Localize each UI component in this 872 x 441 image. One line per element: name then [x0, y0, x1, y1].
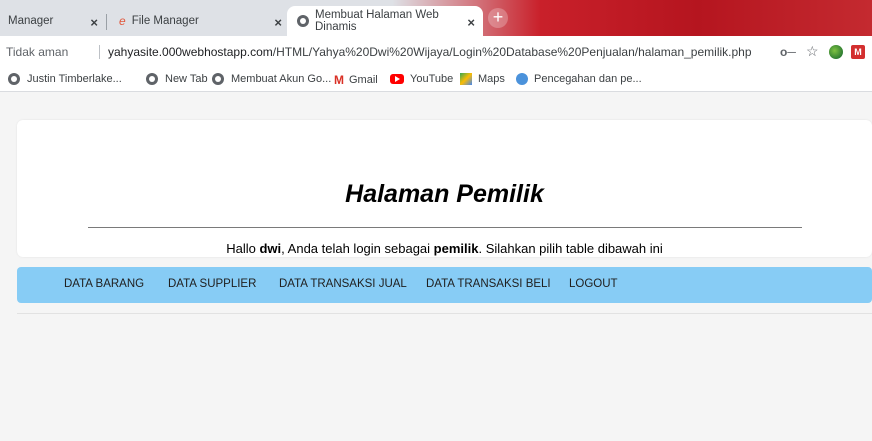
globe-icon	[212, 73, 224, 85]
close-icon[interactable]: ×	[467, 15, 475, 30]
browser-tab-strip: Manager × e File Manager × Membuat Halam…	[0, 0, 872, 36]
gmail-icon: M	[334, 73, 344, 87]
close-icon[interactable]: ×	[90, 15, 98, 30]
bookmark-new-tab[interactable]: New Tab	[146, 73, 208, 85]
extension-icon[interactable]	[829, 45, 843, 59]
bookmark-maps[interactable]: Maps	[460, 73, 505, 85]
globe-icon	[297, 15, 309, 27]
tab-divider	[106, 14, 107, 30]
greeting-role: pemilik	[433, 241, 479, 256]
url-host: yahyasite.000webhostapp.com	[108, 45, 273, 59]
bookmark-justin[interactable]: Justin Timberlake...	[8, 73, 122, 85]
bookmark-label: Membuat Akun Go...	[231, 73, 332, 85]
key-icon[interactable]: o─	[780, 45, 796, 59]
greeting-suffix: . Silahkan pilih table dibawah ini	[478, 241, 663, 256]
tab-manager[interactable]: Manager ×	[0, 6, 106, 36]
new-tab-button[interactable]: +	[488, 8, 508, 28]
nav-data-transaksi-beli[interactable]: DATA TRANSAKSI BELI	[426, 278, 551, 290]
close-icon[interactable]: ×	[274, 15, 282, 30]
page-content: Halaman Pemilik Hallo dwi, Anda telah lo…	[0, 93, 872, 441]
bookmark-youtube[interactable]: YouTube	[390, 73, 453, 85]
globe-icon	[146, 73, 158, 85]
bookmark-label: YouTube	[410, 73, 454, 85]
page-title: Halaman Pemilik	[345, 180, 544, 208]
url-text[interactable]: yahyasite.000webhostapp.com/HTML/Yahya%2…	[108, 45, 752, 59]
nav-data-transaksi-jual[interactable]: DATA TRANSAKSI JUAL	[279, 278, 407, 290]
greeting-text: Hallo dwi, Anda telah login sebagai pemi…	[17, 241, 872, 256]
tab-active[interactable]: Membuat Halaman Web Dinamis ×	[287, 6, 483, 36]
title-divider	[88, 227, 802, 228]
youtube-icon	[390, 74, 404, 84]
bookmark-pencegahan[interactable]: Pencegahan dan pe...	[516, 73, 642, 85]
bookmarks-bar: Justin Timberlake... New Tab Membuat Aku…	[0, 68, 872, 92]
greeting-prefix: Hallo	[226, 241, 260, 256]
bookmark-gmail[interactable]: M Gmail	[334, 73, 378, 87]
globe-icon	[8, 73, 20, 85]
bookmark-label: Maps	[478, 73, 505, 85]
un-icon	[516, 73, 528, 85]
extension-red-icon[interactable]: M	[851, 45, 865, 59]
file-manager-icon: e	[119, 14, 126, 28]
main-nav: DATA BARANG DATA SUPPLIER DATA TRANSAKSI…	[17, 267, 872, 303]
bookmark-label: Pencegahan dan pe...	[534, 73, 642, 85]
maps-icon	[460, 73, 472, 85]
nav-logout[interactable]: LOGOUT	[569, 278, 618, 290]
header-card: Halaman Pemilik Hallo dwi, Anda telah lo…	[17, 120, 872, 257]
address-divider	[99, 45, 100, 59]
tab-label: File Manager	[131, 15, 199, 27]
bookmark-label: Gmail	[349, 74, 378, 86]
nav-data-supplier[interactable]: DATA SUPPLIER	[168, 278, 256, 290]
tab-label: Membuat Halaman Web Dinamis	[315, 9, 439, 33]
nav-data-barang[interactable]: DATA BARANG	[64, 278, 144, 290]
bookmark-label: New Tab	[165, 73, 208, 85]
tab-label: Manager	[8, 15, 54, 27]
url-path: /HTML/Yahya%20Dwi%20Wijaya/Login%20Datab…	[272, 45, 752, 59]
greeting-user: dwi	[259, 241, 282, 256]
address-bar[interactable]: Tidak aman yahyasite.000webhostapp.com/H…	[0, 36, 872, 68]
bookmark-label: Justin Timberlake...	[27, 73, 122, 85]
content-divider	[17, 313, 872, 314]
tab-file-manager[interactable]: e File Manager ×	[106, 6, 290, 36]
security-indicator[interactable]: Tidak aman	[6, 45, 68, 59]
star-icon[interactable]: ☆	[806, 43, 819, 60]
greeting-middle: , Anda telah login sebagai	[281, 241, 434, 256]
bookmark-akun-google[interactable]: Membuat Akun Go...	[212, 73, 331, 85]
